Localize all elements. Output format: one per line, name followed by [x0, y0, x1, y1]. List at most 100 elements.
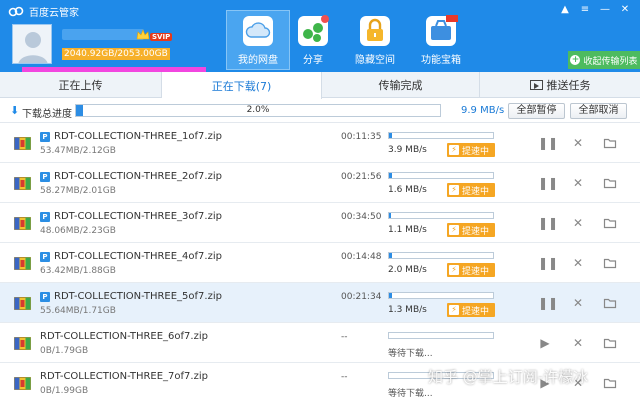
lock-icon [360, 16, 390, 46]
folder-icon[interactable] [603, 376, 617, 390]
folder-icon[interactable] [603, 256, 617, 270]
crown-icon [136, 29, 150, 40]
pause-icon[interactable]: ❚❚ [538, 296, 558, 310]
boost-badge[interactable]: ⚡ 提速中 [447, 183, 495, 197]
transfer-tabs: 正在上传 正在下载(7) 传输完成 推送任务 [0, 72, 640, 99]
folder-icon[interactable] [603, 216, 617, 230]
pause-icon[interactable]: ❚❚ [538, 176, 558, 190]
file-name: RDT-COLLECTION-THREE_7of7.zip [40, 371, 208, 382]
close-icon[interactable]: ✕ [616, 1, 634, 17]
delete-icon[interactable]: ✕ [571, 336, 585, 350]
lightning-icon: ⚡ [449, 305, 459, 315]
pause-icon[interactable]: ❚❚ [538, 136, 558, 150]
download-row[interactable]: P RDT-COLLECTION-THREE_2of7.zip 58.27MB/2.… [0, 163, 640, 203]
zip-archive-icon [14, 177, 31, 190]
delete-icon[interactable]: ✕ [571, 216, 585, 230]
collapse-transfer-list-button[interactable]: + 收起传输列表 [568, 51, 640, 69]
avatar[interactable] [12, 24, 52, 64]
zip-archive-icon [14, 217, 31, 230]
collapse-transfer-list-label: 收起传输列表 [583, 56, 638, 67]
delete-icon[interactable]: ✕ [571, 256, 585, 270]
tab-push-tasks[interactable]: 推送任务 [480, 72, 640, 98]
zip-archive-icon [14, 297, 31, 310]
p2p-badge-icon: P [40, 212, 50, 222]
zip-archive-icon [14, 137, 31, 150]
baidu-cloud-logo-icon [8, 6, 24, 17]
file-name: RDT-COLLECTION-THREE_5of7.zip [54, 291, 222, 302]
download-row[interactable]: RDT-COLLECTION-THREE_6of7.zip 0B/1.79GB --… [0, 323, 640, 363]
nav-hidden-space[interactable]: 隐藏空间 [343, 11, 407, 69]
total-progress-bar: 2.0% [75, 104, 441, 117]
boost-badge[interactable]: ⚡ 提速中 [447, 223, 495, 237]
file-progress-fill [389, 173, 392, 178]
download-row[interactable]: P RDT-COLLECTION-THREE_5of7.zip 55.64MB/1.… [0, 283, 640, 323]
boost-label: 提速中 [462, 146, 490, 157]
delete-icon[interactable]: ✕ [571, 176, 585, 190]
remaining-time: 00:14:48 [341, 252, 382, 262]
tab-completed[interactable]: 传输完成 [322, 72, 480, 98]
start-icon[interactable]: ▶ [538, 336, 552, 350]
total-speed: 9.9 MB/s [461, 105, 505, 116]
boost-badge[interactable]: ⚡ 提速中 [447, 143, 495, 157]
delete-icon[interactable]: ✕ [571, 296, 585, 310]
file-progress-fill [389, 293, 393, 298]
pause-icon[interactable]: ❚❚ [538, 256, 558, 270]
p2p-badge-icon: P [40, 292, 50, 302]
file-progress-bar [388, 172, 494, 179]
nav-label-share: 分享 [303, 55, 323, 66]
pause-all-button[interactable]: 全部暂停 [508, 103, 565, 119]
pause-icon[interactable]: ❚❚ [538, 216, 558, 230]
lightning-icon: ⚡ [449, 225, 459, 235]
folder-icon[interactable] [603, 296, 617, 310]
zip-archive-icon [14, 257, 31, 270]
file-progress-bar [388, 212, 494, 219]
nav-share[interactable]: 分享 [281, 11, 345, 69]
remaining-time: 00:34:50 [341, 212, 382, 222]
file-size: 48.06MB/2.23GB [40, 226, 116, 236]
download-speed: 1.1 MB/s [388, 225, 427, 235]
cancel-all-button[interactable]: 全部取消 [570, 103, 627, 119]
watermark: 知乎 @掌上订阅-许檬冰 [428, 368, 589, 386]
minimize-icon[interactable]: — [596, 1, 614, 17]
tab-downloading[interactable]: 正在下载(7) [162, 72, 322, 99]
nav-label-hidden-space: 隐藏空间 [355, 55, 395, 66]
file-name: RDT-COLLECTION-THREE_1of7.zip [54, 131, 222, 142]
boost-label: 提速中 [462, 226, 490, 237]
file-progress-fill [389, 213, 392, 218]
remaining-time: 00:11:35 [341, 132, 382, 142]
download-row[interactable]: P RDT-COLLECTION-THREE_4of7.zip 63.42MB/1.… [0, 243, 640, 283]
folder-icon[interactable] [603, 176, 617, 190]
boost-badge[interactable]: ⚡ 提速中 [447, 263, 495, 277]
delete-icon[interactable]: ✕ [571, 136, 585, 150]
lightning-icon: ⚡ [449, 185, 459, 195]
boost-badge[interactable]: ⚡ 提速中 [447, 303, 495, 317]
app-header: 百度云管家 ▲ ≡ — ✕ SVIP 2040.92GB/2053.00GB 我… [0, 0, 640, 72]
download-speed: 1.3 MB/s [388, 305, 427, 315]
file-name: RDT-COLLECTION-THREE_2of7.zip [54, 171, 222, 182]
default-avatar-icon [13, 25, 51, 63]
file-progress-bar [388, 132, 494, 139]
remaining-time: 00:21:56 [341, 172, 382, 182]
bell-icon[interactable]: ▲ [556, 1, 574, 17]
folder-icon[interactable] [603, 136, 617, 150]
download-row[interactable]: P RDT-COLLECTION-THREE_3of7.zip 48.06MB/2.… [0, 203, 640, 243]
app-title: 百度云管家 [29, 7, 79, 19]
cloud-drive-icon [243, 16, 273, 46]
file-size: 0B/1.79GB [40, 346, 89, 356]
total-progress-percent: 2.0% [246, 105, 270, 115]
tab-downloading-label: 正在下载(7) [211, 79, 272, 93]
folder-icon[interactable] [603, 336, 617, 350]
file-progress-fill [389, 133, 392, 138]
storage-quota: 2040.92GB/2053.00GB [62, 48, 170, 60]
file-size: 0B/1.99GB [40, 386, 89, 396]
total-progress-bar-row: ⬇ 下载总进度 2.0% 9.9 MB/s 全部暂停 全部取消 [0, 99, 640, 123]
nav-toolbox[interactable]: 功能宝箱 [409, 11, 473, 69]
nav-label-toolbox: 功能宝箱 [421, 55, 461, 66]
menu-icon[interactable]: ≡ [576, 1, 594, 17]
plus-icon: + [570, 55, 581, 65]
download-row[interactable]: P RDT-COLLECTION-THREE_1of7.zip 53.47MB/2.… [0, 123, 640, 163]
tab-uploading[interactable]: 正在上传 [0, 72, 162, 98]
file-progress-bar [388, 332, 494, 339]
file-progress-bar [388, 252, 494, 259]
remaining-time: -- [341, 372, 348, 382]
